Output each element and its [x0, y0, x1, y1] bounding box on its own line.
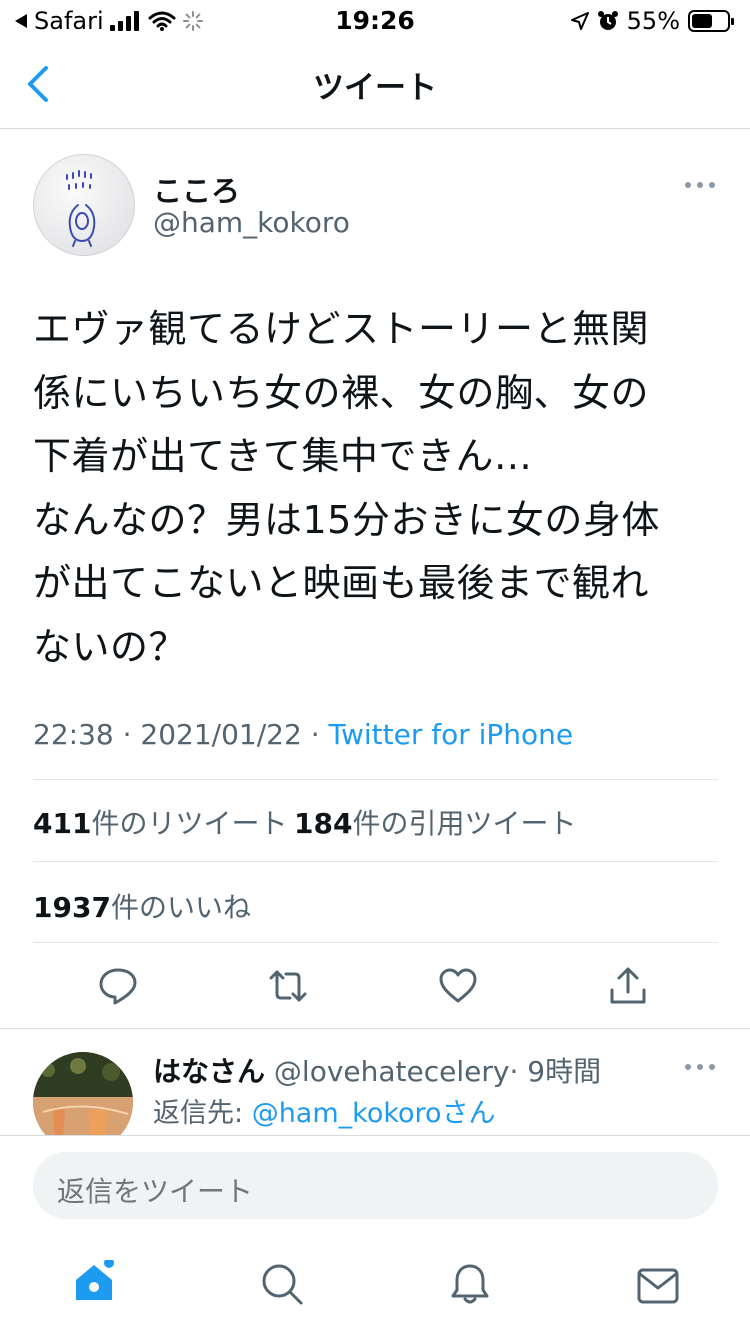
author-name[interactable]: こころ [153, 168, 240, 210]
alarm-icon [597, 11, 618, 30]
battery-percent: 55% [626, 7, 680, 35]
meta-separator: · [113, 718, 141, 751]
like-heart-icon[interactable] [438, 966, 478, 1006]
retweets-count: 411 [33, 807, 92, 840]
tweet-text: エヴァ観てるけどストーリーと無関 係にいちいち女の裸、女の胸、女の 下着が出てき… [33, 307, 660, 669]
retweet-stats[interactable]: 411件のリツイート [33, 802, 287, 842]
status-bar: Safari 19:26 55% [0, 0, 750, 40]
likes-count: 1937 [33, 891, 111, 924]
reply-to-prefix: 返信先: [153, 1098, 252, 1129]
reply-compose-placeholder: 返信をツイート [57, 1175, 254, 1208]
share-icon[interactable] [608, 966, 648, 1006]
status-right: 55% [570, 7, 736, 35]
likes-label: 件のいいね [110, 891, 251, 924]
hamster-avatar-icon [66, 170, 96, 247]
more-options-icon[interactable] [684, 178, 716, 192]
reply-to-suffix: さん [441, 1098, 496, 1129]
reply-time: · 9時間 [509, 1055, 602, 1088]
reply-to-handle[interactable]: @ham_kokoro [252, 1098, 442, 1129]
location-arrow-icon [570, 12, 589, 30]
quotes-label: 件の引用ツイート [352, 807, 577, 840]
home-icon[interactable] [72, 1260, 116, 1304]
meta-separator: · [301, 718, 329, 751]
tweet-meta: 22:38 · 2021/01/22 · Twitter for iPhone [33, 718, 573, 751]
reply-more-options-icon[interactable] [684, 1060, 716, 1074]
nav-bar: ツイート [0, 40, 750, 129]
page-title: ツイート [313, 70, 437, 106]
tweet-time: 22:38 [33, 718, 114, 751]
battery-icon [688, 10, 734, 32]
search-icon[interactable] [260, 1262, 304, 1306]
reply-author-name[interactable]: はなさん [153, 1055, 265, 1088]
section-divider [0, 1028, 750, 1029]
tweet-date: 2021/01/22 [140, 718, 302, 751]
divider [33, 942, 718, 943]
quote-stats[interactable]: 184件の引用ツイート [294, 802, 576, 842]
quotes-count: 184 [294, 807, 353, 840]
divider [33, 861, 718, 862]
author-avatar[interactable] [33, 154, 135, 256]
reply-icon[interactable] [98, 966, 138, 1006]
like-stats[interactable]: 1937件のいいね [33, 886, 251, 926]
divider [33, 779, 718, 780]
reply-author-handle[interactable]: @lovehatecelery [274, 1055, 510, 1088]
retweet-icon[interactable] [268, 966, 308, 1006]
messages-envelope-icon[interactable] [636, 1264, 680, 1308]
tweet-source-link[interactable]: Twitter for iPhone [329, 718, 574, 751]
reply-to-line: 返信先: @ham_kokoroさん [153, 1091, 496, 1130]
author-handle[interactable]: @ham_kokoro [153, 206, 350, 239]
retweets-label: 件のリツイート [91, 807, 288, 840]
notifications-bell-icon[interactable] [448, 1262, 492, 1306]
reply-header: はなさん @lovehatecelery· 9時間 [153, 1050, 601, 1090]
